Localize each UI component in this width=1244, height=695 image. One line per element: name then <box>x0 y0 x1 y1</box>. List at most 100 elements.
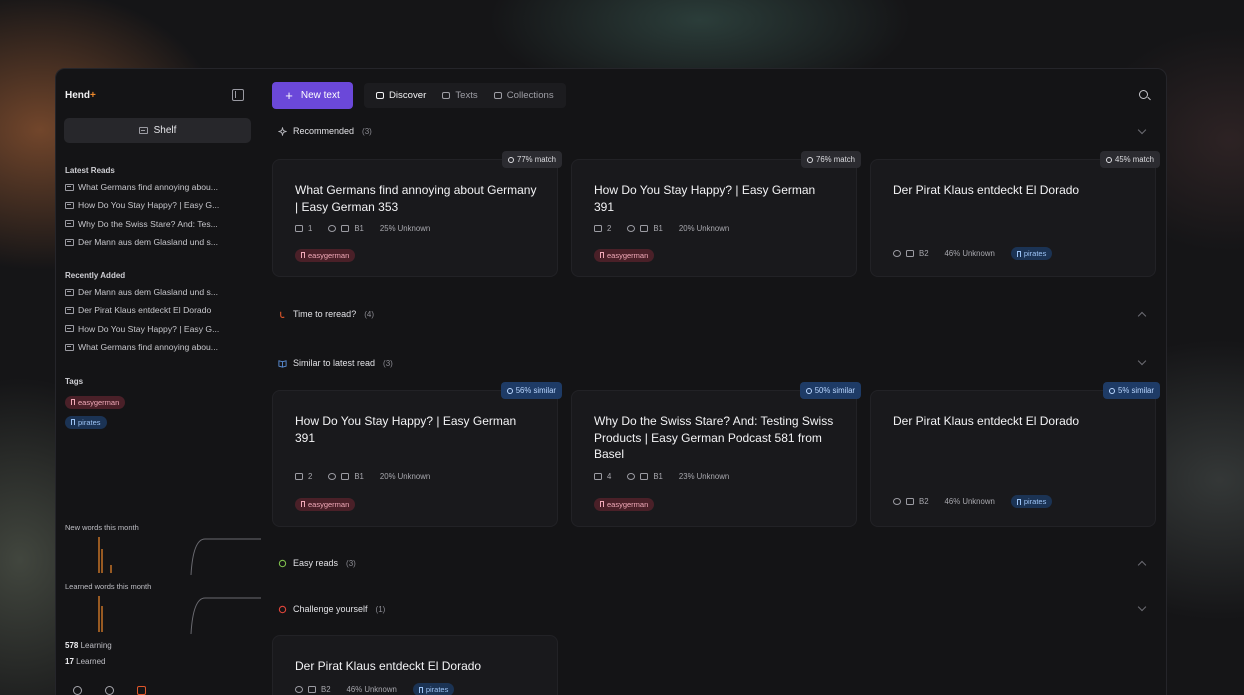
leaf-icon <box>278 559 287 567</box>
app-window: Hend+ Shelf Latest Reads What Germans fi… <box>55 68 1167 695</box>
book-icon <box>65 306 74 314</box>
rss-icon <box>328 225 337 232</box>
list-item[interactable]: How Do You Stay Happy? | Easy G... <box>65 320 245 338</box>
latest-reads-heading: Latest Reads <box>65 166 115 175</box>
list-item[interactable]: What Germans find annoying abou... <box>65 338 245 356</box>
match-badge: 76% match <box>800 151 861 168</box>
shelf-button[interactable]: Shelf <box>64 118 251 143</box>
chevron-up-icon[interactable] <box>1137 560 1147 570</box>
camera-icon[interactable] <box>73 686 82 695</box>
similar-card[interactable]: 5% similar Der Pirat Klaus entdeckt El D… <box>870 382 1160 527</box>
sparkle-icon <box>893 250 901 257</box>
tab-texts[interactable]: Texts <box>434 85 485 106</box>
text-icon <box>65 220 74 228</box>
match-badge: 45% match <box>1099 151 1160 168</box>
list-item[interactable]: How Do You Stay Happy? | Easy G... <box>65 196 245 214</box>
sidebar-tag-easygerman[interactable]: easygerman <box>65 392 126 410</box>
text-icon <box>65 238 74 246</box>
new-text-button[interactable]: + New text <box>272 82 353 109</box>
book-icon <box>906 250 914 257</box>
clock-icon <box>507 156 514 163</box>
chevron-down-icon[interactable] <box>1137 125 1147 135</box>
card-meta: 2 B1 20% Unknown <box>295 472 430 481</box>
learned-count: 17 Learned <box>65 657 106 666</box>
text-icon <box>65 201 74 209</box>
card-meta: B2 46% Unknown pirates <box>295 683 455 695</box>
book-open-icon <box>278 359 287 368</box>
search-icon[interactable] <box>1139 90 1148 99</box>
book-icon <box>308 686 316 693</box>
chevron-down-icon[interactable] <box>1137 356 1147 366</box>
bookmark-icon <box>71 419 75 425</box>
layers-icon <box>295 473 303 480</box>
card-tag[interactable]: easygerman <box>594 245 655 263</box>
chevron-down-icon[interactable] <box>1137 602 1147 612</box>
sparkle-icon <box>295 686 303 693</box>
challenge-card[interactable]: Der Pirat Klaus entdeckt El Dorado B2 46… <box>272 635 558 695</box>
card-tag[interactable]: easygerman <box>594 494 655 512</box>
section-recommended[interactable]: Recommended (3) <box>278 126 372 136</box>
target-icon <box>278 605 287 613</box>
layers-icon <box>594 225 602 232</box>
learned-words-sparkline <box>98 596 261 635</box>
rss-icon <box>328 473 337 480</box>
text-icon <box>65 183 74 191</box>
card-meta: B2 46% Unknown pirates <box>893 495 1053 508</box>
card-meta: 4 B1 23% Unknown <box>594 472 729 481</box>
card-tag[interactable]: pirates <box>1010 247 1053 260</box>
bookmark-icon <box>301 252 305 258</box>
similarity-badge: 56% similar <box>500 382 562 399</box>
clock-icon <box>1105 156 1112 163</box>
section-challenge-yourself[interactable]: Challenge yourself (1) <box>278 604 385 614</box>
card-tag[interactable]: pirates <box>1010 495 1053 508</box>
plus-icon: + <box>285 88 293 103</box>
sidebar-footer <box>73 686 146 695</box>
list-item[interactable]: Der Mann aus dem Glasland und s... <box>65 283 245 301</box>
book-icon <box>906 498 914 505</box>
list-item[interactable]: Der Pirat Klaus entdeckt El Dorado <box>65 301 245 319</box>
list-item[interactable]: Der Mann aus dem Glasland und s... <box>65 233 245 251</box>
sparkle-icon <box>893 498 901 505</box>
card-title: Why Do the Swiss Stare? And: Testing Swi… <box>594 414 834 461</box>
similar-card[interactable]: 50% similar Why Do the Swiss Stare? And:… <box>571 382 861 527</box>
similarity-badge: 5% similar <box>1103 382 1160 399</box>
rss-icon <box>627 473 636 480</box>
text-icon <box>65 325 74 333</box>
list-item[interactable]: What Germans find annoying abou... <box>65 178 245 196</box>
list-item[interactable]: Why Do the Swiss Stare? And: Tes... <box>65 215 245 233</box>
card-tag[interactable]: pirates <box>412 683 455 695</box>
card-title: Der Pirat Klaus entdeckt El Dorado <box>893 414 1080 428</box>
book-icon <box>640 473 649 480</box>
bookmark-icon <box>301 501 305 507</box>
tab-collections[interactable]: Collections <box>486 85 562 106</box>
clock-icon <box>806 156 813 163</box>
notification-icon[interactable] <box>137 686 146 695</box>
bookmark-icon <box>71 399 75 405</box>
similar-card[interactable]: 56% similar How Do You Stay Happy? | Eas… <box>272 382 562 527</box>
card-meta: 1 B1 25% Unknown <box>295 224 430 233</box>
section-time-to-reread[interactable]: Time to reread? (4) <box>278 309 374 319</box>
card-tag[interactable]: easygerman <box>295 245 356 263</box>
section-easy-reads[interactable]: Easy reads (3) <box>278 558 356 568</box>
recently-added-list: Der Mann aus dem Glasland und s... Der P… <box>65 283 245 356</box>
bookmark-icon <box>1016 250 1021 257</box>
learning-count: 578 Learning <box>65 641 112 650</box>
recommended-card[interactable]: 77% match What Germans find annoying abo… <box>272 151 562 277</box>
bookmark-icon <box>1016 498 1021 505</box>
tab-discover[interactable]: Discover <box>368 85 434 106</box>
recommended-card[interactable]: 45% match Der Pirat Klaus entdeckt El Do… <box>870 151 1160 277</box>
sidebar-toggle-icon[interactable] <box>232 89 244 101</box>
recommended-card[interactable]: 76% match How Do You Stay Happy? | Easy … <box>571 151 861 277</box>
chevron-up-icon[interactable] <box>1137 311 1147 321</box>
learned-words-curve <box>190 597 261 635</box>
text-icon <box>65 343 74 351</box>
sidebar-tag-pirates[interactable]: pirates <box>65 412 107 430</box>
moon-icon[interactable] <box>105 686 114 695</box>
book-icon <box>640 225 649 232</box>
section-similar-to-latest-read[interactable]: Similar to latest read (3) <box>278 358 393 368</box>
view-tabs: Discover Texts Collections <box>364 83 566 108</box>
card-tag[interactable]: easygerman <box>295 494 356 512</box>
clock-icon <box>805 387 812 394</box>
new-words-curve <box>190 538 261 576</box>
card-meta: 2 B1 20% Unknown <box>594 224 729 233</box>
